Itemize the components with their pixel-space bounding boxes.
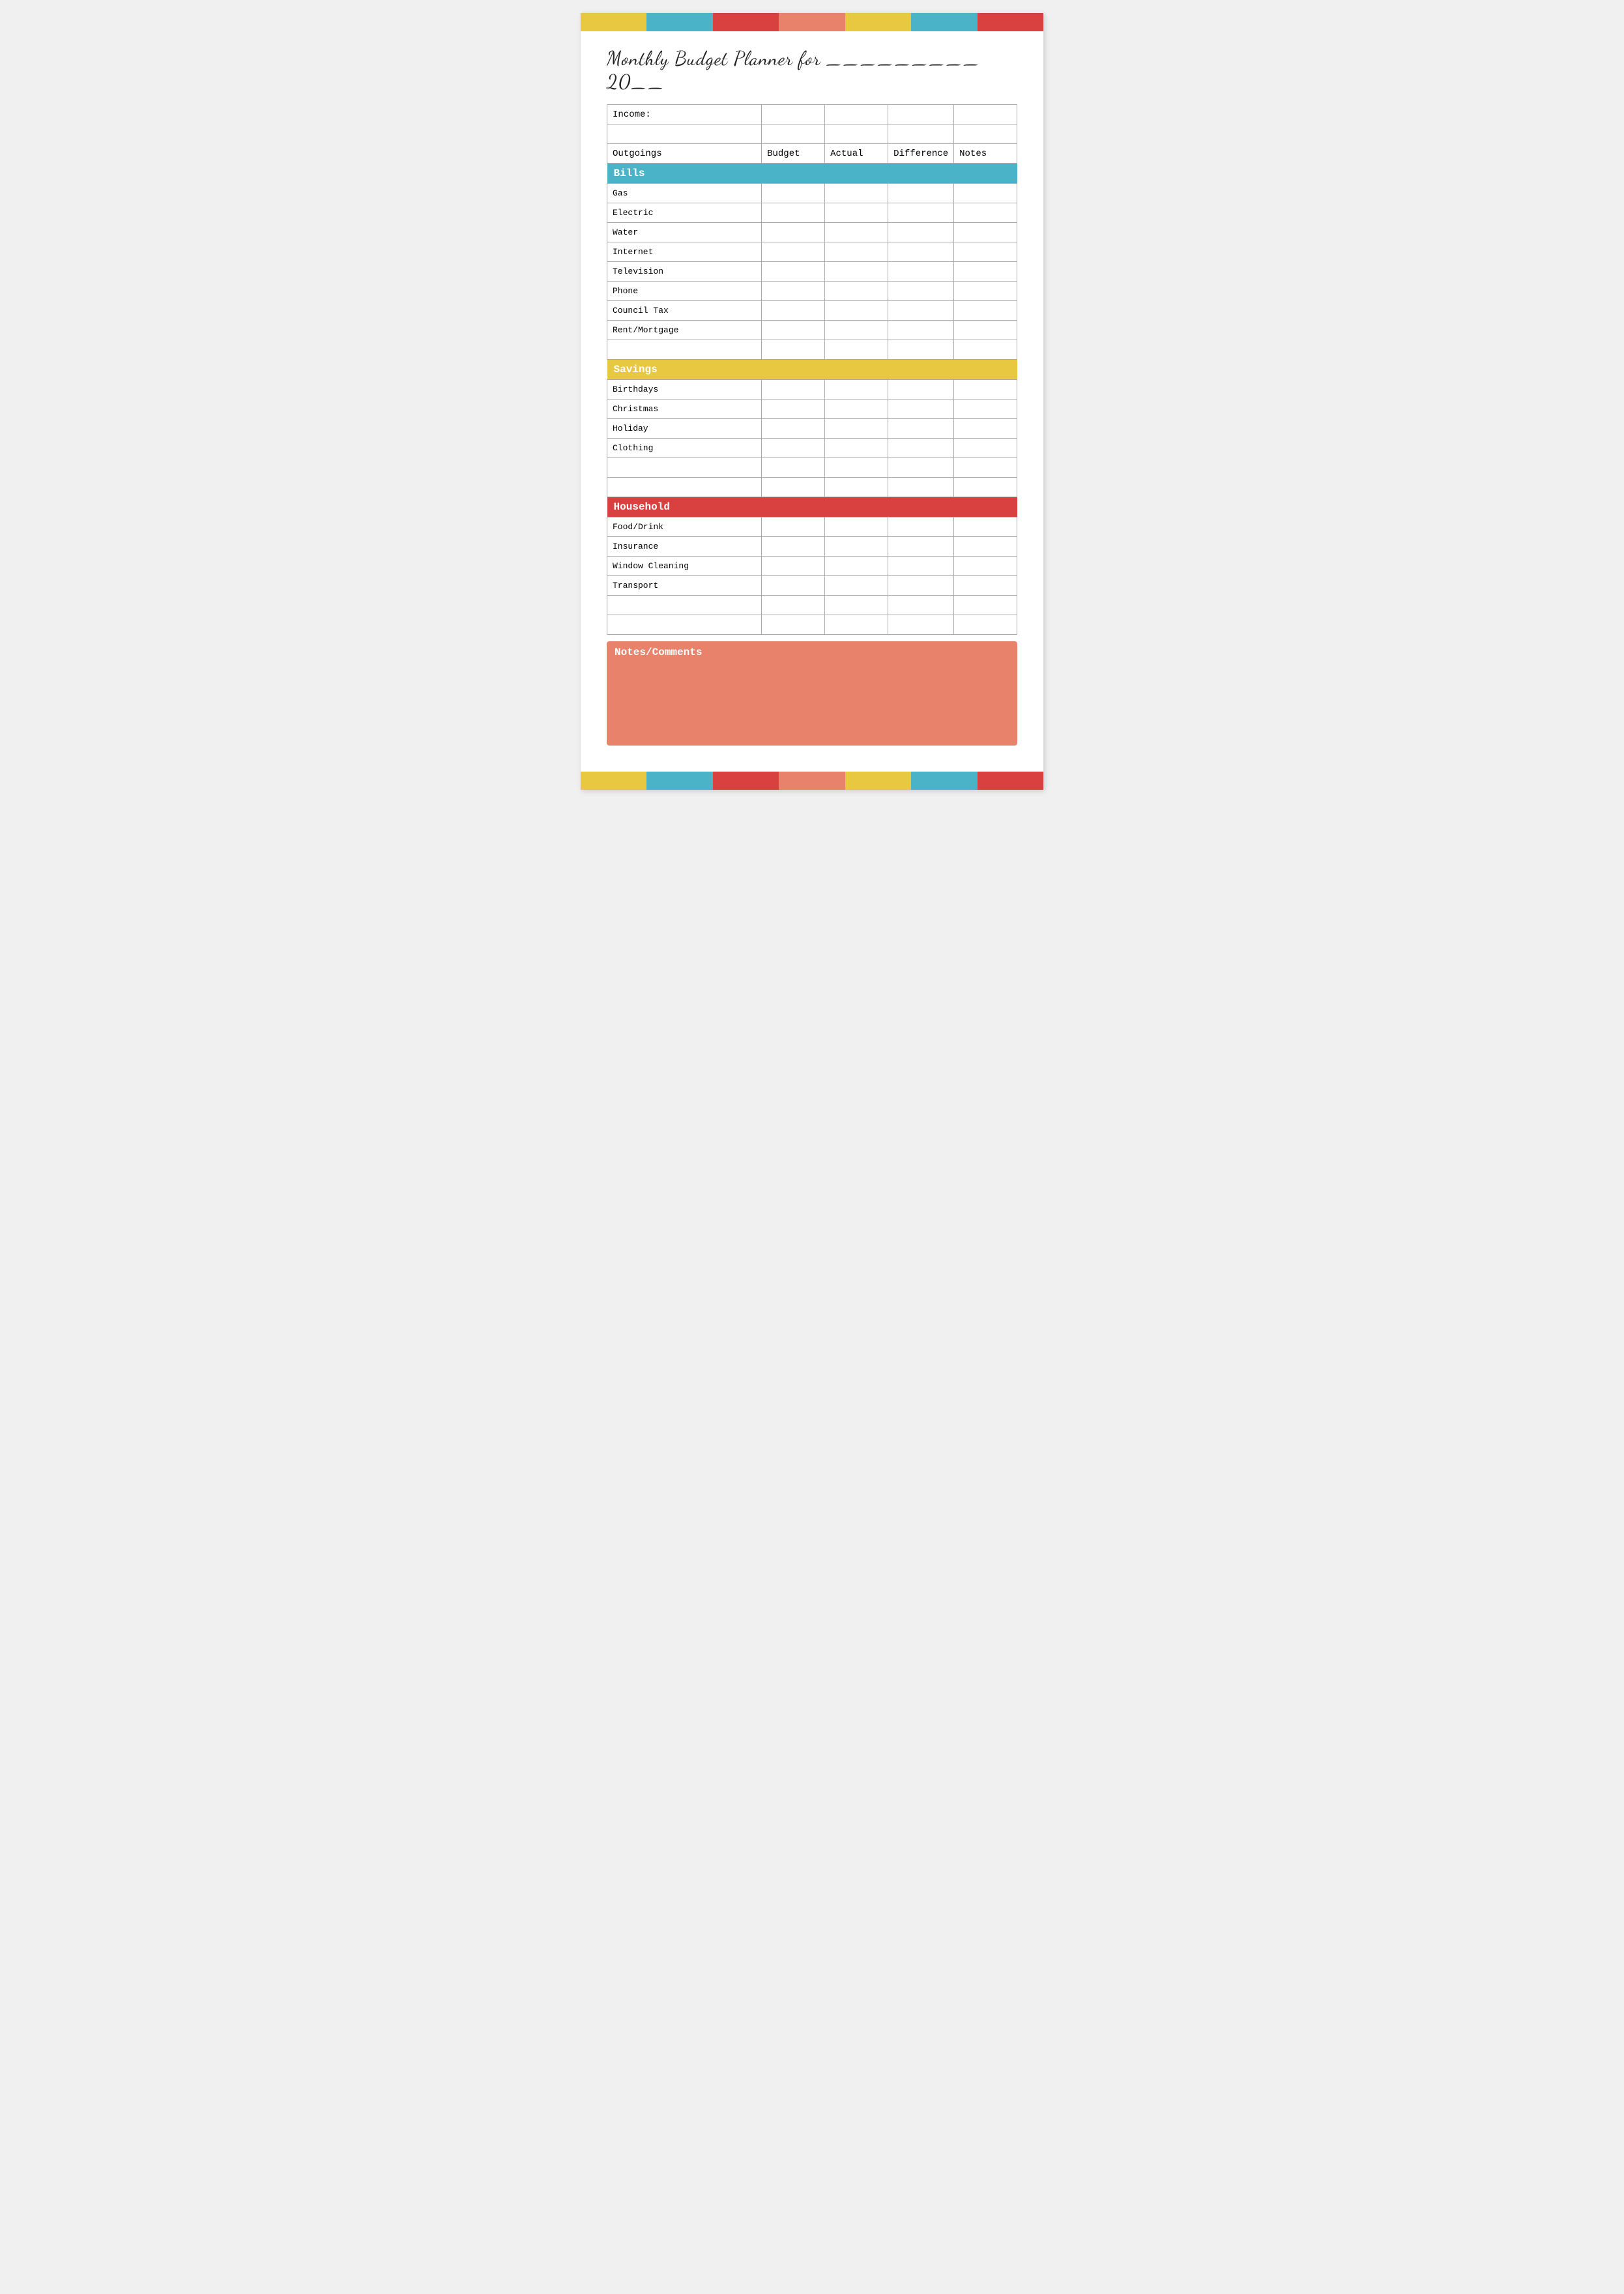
bills-empty-row [607, 340, 1017, 360]
household-empty-row-2 [607, 615, 1017, 635]
bottom-seg-4 [779, 772, 845, 790]
item-electric: Electric [607, 203, 762, 223]
notes-header: Notes/Comments [607, 641, 1017, 663]
col-budget: Budget [762, 144, 825, 164]
item-window-cleaning: Window Cleaning [607, 557, 762, 576]
item-christmas: Christmas [607, 399, 762, 419]
income-row: Income: [607, 105, 1017, 124]
table-row: Window Cleaning [607, 557, 1017, 576]
bottom-seg-7 [978, 772, 1043, 790]
savings-label: Savings [607, 360, 1017, 380]
table-row: Clothing [607, 439, 1017, 458]
income-notes [954, 105, 1017, 124]
item-phone: Phone [607, 282, 762, 301]
bottom-color-bar [581, 772, 1043, 790]
table-row: Television [607, 262, 1017, 282]
col-outgoings: Outgoings [607, 144, 762, 164]
bottom-seg-5 [845, 772, 911, 790]
item-food-drink: Food/Drink [607, 517, 762, 537]
item-gas: Gas [607, 184, 762, 203]
notes-body [607, 663, 1017, 742]
title-section: Monthly Budget Planner for _________ 20_… [581, 31, 1043, 104]
color-seg-7 [978, 13, 1043, 31]
item-birthdays: Birthdays [607, 380, 762, 399]
budget-table: Income: Outgoings Budget [607, 104, 1017, 635]
color-seg-3 [713, 13, 779, 31]
table-row: Holiday [607, 419, 1017, 439]
color-seg-5 [845, 13, 911, 31]
bottom-seg-3 [713, 772, 779, 790]
bills-label: Bills [607, 164, 1017, 184]
color-seg-1 [581, 13, 646, 31]
table-row: Internet [607, 242, 1017, 262]
income-actual [825, 105, 888, 124]
item-insurance: Insurance [607, 537, 762, 557]
notes-section: Notes/Comments [607, 641, 1017, 746]
color-seg-6 [911, 13, 977, 31]
item-transport: Transport [607, 576, 762, 596]
table-row: Christmas [607, 399, 1017, 419]
color-seg-4 [779, 13, 845, 31]
table-row: Rent/Mortgage [607, 321, 1017, 340]
item-internet: Internet [607, 242, 762, 262]
bottom-seg-1 [581, 772, 646, 790]
table-row: Council Tax [607, 301, 1017, 321]
main-content: Income: Outgoings Budget [581, 104, 1043, 759]
table-row: Birthdays [607, 380, 1017, 399]
col-notes: Notes [954, 144, 1017, 164]
table-row: Electric [607, 203, 1017, 223]
table-row: Phone [607, 282, 1017, 301]
page-title: Monthly Budget Planner for _________ 20_… [607, 47, 1017, 94]
table-row: Water [607, 223, 1017, 242]
col-difference: Difference [888, 144, 954, 164]
savings-empty-row-2 [607, 478, 1017, 497]
table-row: Food/Drink [607, 517, 1017, 537]
color-seg-2 [646, 13, 712, 31]
table-row: Gas [607, 184, 1017, 203]
bottom-seg-2 [646, 772, 712, 790]
savings-category-header: Savings [607, 360, 1017, 380]
household-category-header: Household [607, 497, 1017, 517]
item-water: Water [607, 223, 762, 242]
item-television: Television [607, 262, 762, 282]
empty-row-1 [607, 124, 1017, 144]
income-budget [762, 105, 825, 124]
item-rent-mortgage: Rent/Mortgage [607, 321, 762, 340]
income-label: Income: [607, 105, 762, 124]
household-empty-row-1 [607, 596, 1017, 615]
item-holiday: Holiday [607, 419, 762, 439]
household-label: Household [607, 497, 1017, 517]
top-color-bar [581, 13, 1043, 31]
item-clothing: Clothing [607, 439, 762, 458]
table-row: Transport [607, 576, 1017, 596]
savings-empty-row-1 [607, 458, 1017, 478]
bottom-seg-6 [911, 772, 977, 790]
col-actual: Actual [825, 144, 888, 164]
income-diff [888, 105, 954, 124]
page: Monthly Budget Planner for _________ 20_… [581, 13, 1043, 790]
table-row: Insurance [607, 537, 1017, 557]
bills-category-header: Bills [607, 164, 1017, 184]
item-council-tax: Council Tax [607, 301, 762, 321]
column-header-row: Outgoings Budget Actual Difference Notes [607, 144, 1017, 164]
